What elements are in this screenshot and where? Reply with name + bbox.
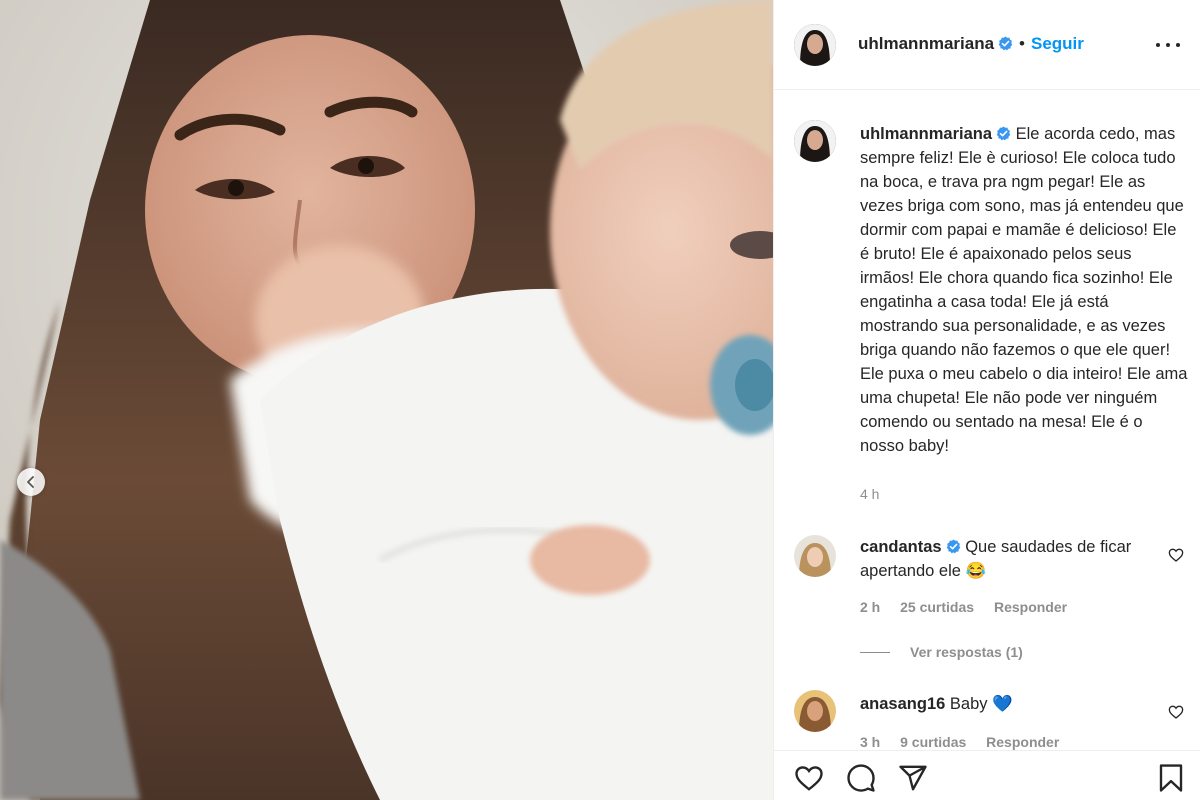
comment-text-block: candantas Que saudades de ficar apertand…: [860, 535, 1150, 583]
caption-author-avatar[interactable]: [794, 120, 836, 162]
comment-reply-button[interactable]: Responder: [986, 734, 1059, 750]
author-avatar[interactable]: [794, 23, 836, 66]
heart-icon[interactable]: [794, 763, 824, 793]
comment-avatar[interactable]: [794, 690, 836, 732]
comment-likes[interactable]: 25 curtidas: [900, 599, 974, 615]
verified-badge-icon: [946, 539, 960, 554]
view-replies-label: Ver respostas (1): [910, 644, 1023, 660]
comment-reply-button[interactable]: Responder: [994, 599, 1067, 615]
view-replies-button[interactable]: Ver respostas (1): [860, 644, 1023, 660]
comment-time[interactable]: 2 h: [860, 599, 880, 615]
follow-button[interactable]: Seguir: [1031, 34, 1084, 53]
post-action-bar: [774, 750, 1200, 800]
view-replies-line: [860, 651, 890, 653]
comment-likes[interactable]: 9 curtidas: [900, 734, 966, 750]
header-separator: •: [1019, 34, 1025, 53]
share-icon[interactable]: [898, 763, 928, 793]
header-user-line: uhlmannmariana • Seguir: [858, 34, 1084, 54]
post-photo-image: [0, 0, 773, 800]
comment-icon[interactable]: [846, 763, 876, 793]
comment-time[interactable]: 3 h: [860, 734, 880, 750]
comment-item: anasang16 Baby 💙 3 h 9 curtidas Responde…: [794, 690, 1184, 750]
caption-body: Ele acorda cedo, mas sempre feliz! Ele è…: [860, 125, 1188, 455]
bookmark-icon[interactable]: [1156, 763, 1186, 793]
author-username[interactable]: uhlmannmariana: [858, 34, 994, 53]
comment-username[interactable]: candantas: [860, 538, 942, 556]
post-timestamp[interactable]: 4 h: [860, 486, 879, 502]
caption-text-block: uhlmannmariana Ele acorda cedo, mas semp…: [860, 122, 1190, 458]
comment-like-heart-icon[interactable]: [1168, 547, 1184, 563]
comment-item: candantas Que saudades de ficar apertand…: [794, 535, 1184, 645]
more-options-icon[interactable]: [1156, 36, 1180, 54]
post-side-panel: uhlmannmariana • Seguir uhlmannmariana El…: [773, 0, 1200, 800]
post-photo[interactable]: [0, 0, 773, 800]
caption-username[interactable]: uhlmannmariana: [860, 125, 992, 143]
verified-badge-icon: [996, 126, 1011, 141]
comment-body: Baby 💙: [949, 695, 1013, 713]
verified-badge-icon: [998, 36, 1013, 51]
comment-meta: 2 h 25 curtidas Responder: [860, 599, 1083, 615]
comment-like-heart-icon[interactable]: [1168, 704, 1184, 720]
comment-avatar[interactable]: [794, 535, 836, 577]
chevron-left-icon: [27, 476, 34, 488]
carousel-prev-button[interactable]: [17, 468, 45, 496]
comment-username[interactable]: anasang16: [860, 695, 945, 713]
post-header: uhlmannmariana • Seguir: [774, 0, 1200, 90]
comment-text-block: anasang16 Baby 💙: [860, 692, 1150, 716]
comment-meta: 3 h 9 curtidas Responder: [860, 734, 1075, 750]
